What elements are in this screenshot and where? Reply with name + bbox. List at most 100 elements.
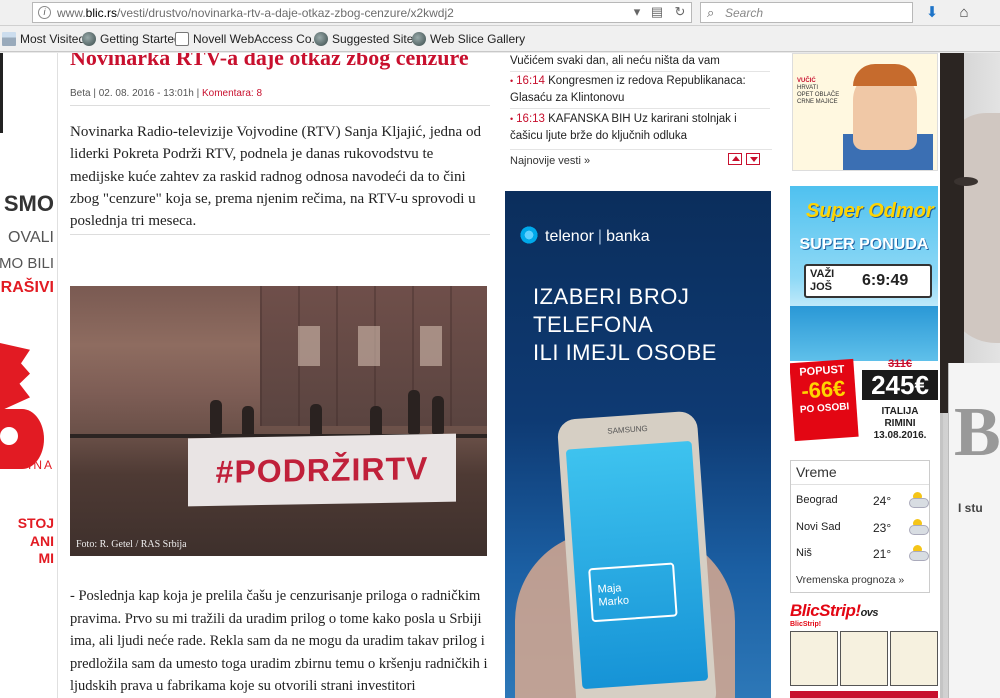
bullet-icon: • [510,76,514,86]
news-text: Vučićem svaki dan, ali neću ništa da vam [510,55,720,67]
cover-text: HRVATI [797,85,819,91]
left-skin-ad[interactable]: SMO OVALI MO BILI RAŠIVI INA STOJ ANI MI [0,53,57,698]
ad-headline-line: TELEFONA [533,312,654,337]
article-date: 02. 08. 2016 - 13:01h [98,88,194,99]
search-placeholder: Search [725,6,764,20]
skin-text: SMO [3,191,54,216]
discount-badge: POPUST -66€ PO OSOBI [790,358,859,442]
bookmark-getting-started[interactable]: Getting Started [82,31,181,47]
navigation-toolbar: i www.blic.rs/vesti/drustvo/novinarka-rt… [0,0,1000,26]
telenor-logo-icon [519,225,539,245]
weather-row[interactable]: Niš 21° [796,545,929,569]
skin-divider [0,53,3,133]
telenor-logo: telenor | banka [519,225,650,246]
blicstrip-logo-suffix: ovs [860,607,879,619]
destination-city: RIMINI [884,418,916,429]
sidebar-right: VUČIĆ HRVATI OPET OBLAČE CRNE MAJICE Sup… [782,53,940,698]
article-headline[interactable]: Novinarka RTV-a daje otkaz zbog cenzure [70,53,469,71]
hair-graphic [940,53,964,413]
right-skin-ad[interactable]: B I stu [940,53,1000,698]
contact-card: Maja Marko [588,562,678,623]
article-body: - Poslednja kap koja je prelila čašu je … [70,588,488,694]
newspaper-logo: B [954,394,1000,471]
reload-icon[interactable]: ↻ [669,1,691,22]
red-bar [790,691,938,698]
sea-graphic [790,306,938,361]
reader-view-icon[interactable]: ▤ [646,1,668,22]
weather-row[interactable]: Beograd 24° [796,492,929,516]
phone-screen: Maja Marko [565,440,709,690]
mail-icon [175,32,189,46]
dropdown-arrow-icon[interactable]: ▾ [626,1,648,22]
new-price: 245€ [862,370,938,400]
timer-label-line: JOŠ [810,281,833,293]
blicstrip-sub: BlicStrip! [790,621,822,628]
news-item[interactable]: • 16:13 KAFANSKA BIH Uz karirani stolnjak… [510,111,772,144]
article-photo[interactable]: #PODRŽIRTV Foto: R. Getel / RAS Srbija [70,286,487,556]
brand-text: telenor [545,228,594,245]
download-icon[interactable]: ⬇ [921,2,943,24]
globe-icon [82,32,96,46]
home-icon[interactable]: ⌂ [953,2,975,24]
info-icon[interactable]: i [38,6,51,19]
weather-widget: Vreme Beograd 24° Novi Sad 23° Niš 21° V… [790,460,930,593]
bookmark-label: Most Visited [20,32,86,46]
url-prefix: www. [57,6,86,20]
bookmark-label: Web Slice Gallery [430,32,526,46]
article-lead: Novinarka Radio-televizije Vojvodine (RT… [70,124,481,230]
news-text: Kongresmen iz redova Republikanaca: Glas… [510,75,746,104]
photo-credit: Foto: R. Getel / RAS Srbija [76,539,187,550]
person-graphic [310,404,322,438]
super-odmor-ad[interactable]: Super Odmor SUPER PONUDA VAŽI JOŠ 6:9:49 … [790,186,938,449]
divider [510,71,770,72]
timer-label: VAŽI JOŠ [810,268,834,294]
bookmark-novell-webaccess[interactable]: Novell WebAccess Co... [175,31,322,47]
temperature: 24° [873,494,892,508]
person-graphic [432,396,444,434]
url-bar[interactable]: i www.blic.rs/vesti/drustvo/novinarka-rt… [32,2,692,23]
blicstrip-logo-text: BlicStrip! [790,601,861,620]
timer-label-line: VAŽI [810,268,835,280]
countdown-value: 6:9:49 [862,272,909,289]
window-graphic [298,326,320,366]
bookmark-suggested-sites[interactable]: Suggested Sites [314,31,419,47]
price-block: 311€ 245€ [862,358,938,400]
telenor-banka-ad[interactable]: telenor | banka IZABERI BROJ TELEFONA ILI … [505,191,771,698]
bookmark-web-slice-gallery[interactable]: Web Slice Gallery [412,31,525,47]
news-time: 16:13 [516,113,545,125]
ad-headline-line: ILI IMEJL OSOBE [533,340,717,365]
ad-headline: IZABERI BROJ TELEFONA ILI IMEJL OSOBE [533,283,717,367]
forecast-link[interactable]: Vremenska prognoza » [796,574,904,586]
bookmark-label: Suggested Sites [332,32,420,46]
bookmark-most-visited[interactable]: Most Visited [2,31,85,47]
comments-link[interactable]: Komentara: 8 [202,88,262,99]
bookmarks-toolbar: Most Visited Getting Started Novell WebA… [0,26,1000,52]
divider [70,234,490,235]
cover-text: VUČIĆ [797,78,816,84]
comic-panel [840,631,888,686]
news-item[interactable]: Vučićem svaki dan, ali neću ništa da vam [510,53,772,70]
scroll-up-button[interactable] [728,153,742,165]
eye-graphic [954,177,978,186]
destination-country: ITALIJA [881,406,919,417]
weather-row[interactable]: Novi Sad 23° [796,519,929,543]
magazine-cover[interactable]: VUČIĆ HRVATI OPET OBLAČE CRNE MAJICE [792,53,938,171]
person-graphic [408,390,420,434]
skin-text: RAŠIVI [0,279,54,296]
city-name: Novi Sad [796,521,841,533]
news-item[interactable]: • 16:14 Kongresmen iz redova Republikanac… [510,73,772,106]
bookmark-icon [2,32,16,46]
skin-text: MI [38,550,54,566]
blicstrip-widget[interactable]: BlicStrip!ovs BlicStrip! [790,601,938,698]
bookmark-label: Getting Started [100,32,181,46]
skin-burst-graphic [0,343,30,411]
cover-text: CRNE MAJICE [797,99,838,105]
scroll-down-button[interactable] [746,153,760,165]
news-time: 16:14 [516,75,545,87]
article-meta: Beta | 02. 08. 2016 - 13:01h | Komentara… [70,88,263,99]
bookmark-label: Novell WebAccess Co... [193,32,322,46]
phone-graphic: SAMSUNG Maja Marko [556,410,718,698]
comic-strip [790,631,938,686]
partly-cloudy-icon [909,492,929,508]
search-input[interactable]: ⌕ Search [700,2,913,23]
